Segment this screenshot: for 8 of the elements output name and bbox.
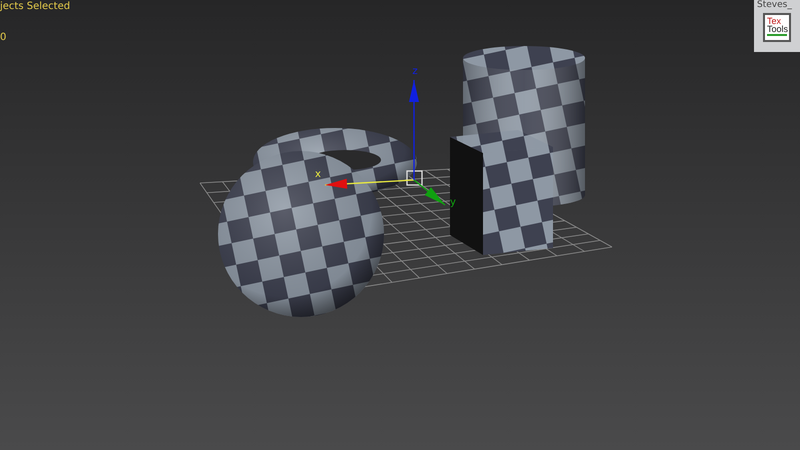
toolbar-title: Steves_	[756, 0, 792, 11]
axis-label: x	[315, 169, 321, 180]
viewport-info-text: jects Selected	[0, 0, 70, 13]
viewport-info-text: 0	[0, 31, 6, 44]
transform-gizmo-drawing[interactable]	[324, 80, 446, 206]
axis-label: z	[412, 66, 418, 77]
axis-label: y	[450, 197, 456, 208]
tool-button[interactable]: Tex Tools	[763, 13, 791, 42]
